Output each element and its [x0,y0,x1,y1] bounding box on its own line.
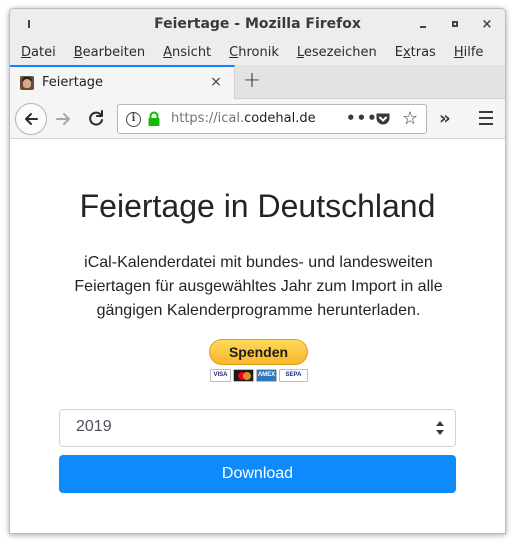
overflow-menu-icon[interactable]: » [439,108,451,129]
page-description: iCal-Kalenderdatei mit bundes- und lande… [74,254,443,319]
select-arrows-icon [436,421,444,435]
page-content: Feiertage in Deutschland iCal-Kalenderda… [10,139,505,533]
tab-feiertage[interactable]: Feiertage × [10,65,235,99]
url-scheme: https://ical. [171,111,245,126]
menu-hilfe[interactable]: Hilfe [445,45,493,60]
payment-methods: VISA AMEX SEPA [210,369,308,382]
site-info-icon[interactable]: i [126,112,141,127]
visa-card-icon: VISA [210,369,231,382]
year-select-value: 2019 [76,418,112,435]
menu-extras[interactable]: Extras [386,45,445,60]
maximize-button[interactable] [447,16,463,32]
download-button[interactable]: Download [59,455,456,493]
lock-icon [148,111,160,126]
amex-card-icon: AMEX [256,369,277,382]
year-select[interactable]: 2019 [59,409,456,447]
menu-chronik[interactable]: Chronik [220,45,288,60]
tab-close-button[interactable]: × [208,74,224,90]
back-button[interactable] [15,103,47,135]
window-close-button[interactable]: × [479,16,495,32]
menu-bearbeiten[interactable]: Bearbeiten [65,45,154,60]
arrow-left-icon [25,113,38,125]
portrait-favicon-icon [20,76,34,90]
mastercard-icon [233,369,254,382]
page-actions-icon[interactable]: ••• [346,109,378,127]
donate-button[interactable]: Spenden [209,339,308,365]
menu-bar: Datei Bearbeiten Ansicht Chronik Lesezei… [10,39,505,65]
pocket-icon[interactable] [375,111,391,127]
browser-window: Feiertage - Mozilla Firefox × Datei Bear… [9,8,506,534]
reload-icon [89,110,103,126]
hamburger-menu-icon[interactable] [479,111,493,125]
bookmark-star-icon[interactable]: ☆ [402,109,418,129]
tab-strip: Feiertage × + [10,65,505,99]
url-host: codehal.de [244,111,316,126]
navigation-bar: i https://ical.codehal.de ••• ☆ » [10,99,505,139]
forward-button[interactable] [54,109,74,129]
page-title: Feiertage in Deutschland [79,188,436,224]
maximize-icon [452,21,458,27]
sepa-icon: SEPA [279,369,308,382]
minimize-button[interactable] [415,16,431,32]
menu-lesezeichen[interactable]: Lesezeichen [288,45,386,60]
minimize-icon [420,26,426,28]
menu-datei[interactable]: Datei [12,45,65,60]
reload-button[interactable] [86,109,106,129]
title-bar: Feiertage - Mozilla Firefox × [10,9,505,39]
menu-ansicht[interactable]: Ansicht [154,45,220,60]
url-text[interactable]: https://ical.codehal.de [171,111,316,126]
close-icon: × [481,16,493,32]
arrow-right-icon [56,113,70,125]
url-bar[interactable]: i https://ical.codehal.de ••• ☆ [117,104,427,134]
new-tab-button[interactable]: + [242,70,262,92]
tab-title: Feiertage [42,75,104,90]
